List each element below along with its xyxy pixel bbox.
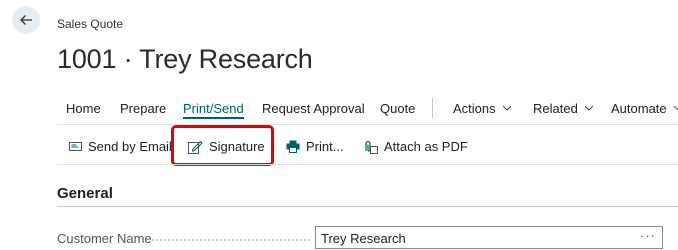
customer-name-label: Customer Name: [57, 231, 152, 246]
signature-highlight-box: [171, 125, 274, 166]
general-section-heading[interactable]: General: [57, 185, 113, 202]
chevron-down-icon: [502, 105, 512, 111]
printer-icon: [286, 140, 300, 153]
back-button[interactable]: [12, 6, 40, 34]
menu-quote[interactable]: Quote: [380, 101, 415, 116]
menu-actions-label: Actions: [453, 101, 496, 116]
menu-request-approval[interactable]: Request Approval: [262, 101, 365, 116]
page-caption: Sales Quote: [57, 17, 124, 31]
chevron-down-icon: [673, 105, 678, 111]
page-title: 1001 · Trey Research: [57, 44, 313, 74]
more-options-icon[interactable]: ···: [640, 228, 656, 243]
action-menu-bar: Home Prepare Print/Send Request Approval…: [0, 98, 678, 120]
print-label: Print...: [306, 139, 344, 154]
attach-as-pdf-label: Attach as PDF: [384, 139, 468, 154]
attach-as-pdf-button[interactable]: Attach as PDF: [363, 139, 468, 154]
menu-divider-line: [57, 124, 678, 125]
menu-print-send[interactable]: Print/Send: [183, 101, 244, 119]
menu-related-label: Related: [533, 101, 578, 116]
menu-divider: [432, 98, 433, 118]
menu-actions[interactable]: Actions: [453, 101, 512, 116]
send-by-email-button[interactable]: Send by Email: [69, 139, 172, 154]
customer-name-value: Trey Research: [321, 231, 406, 246]
section-divider-line: [57, 206, 678, 207]
print-button[interactable]: Print...: [286, 139, 344, 154]
menu-home[interactable]: Home: [66, 101, 101, 116]
chevron-down-icon: [584, 105, 594, 111]
actions-divider-line: [57, 164, 678, 165]
paperclip-pdf-icon: [365, 140, 378, 154]
menu-automate-label: Automate: [611, 101, 667, 116]
send-by-email-label: Send by Email: [88, 139, 172, 154]
arrow-left-icon: [20, 15, 32, 25]
menu-automate[interactable]: Automate: [611, 101, 678, 116]
menu-prepare[interactable]: Prepare: [120, 101, 166, 116]
menu-related[interactable]: Related: [533, 101, 594, 116]
customer-name-field[interactable]: Trey Research ···: [315, 226, 663, 249]
field-leader-dots: [152, 239, 310, 241]
email-icon: [69, 142, 82, 151]
